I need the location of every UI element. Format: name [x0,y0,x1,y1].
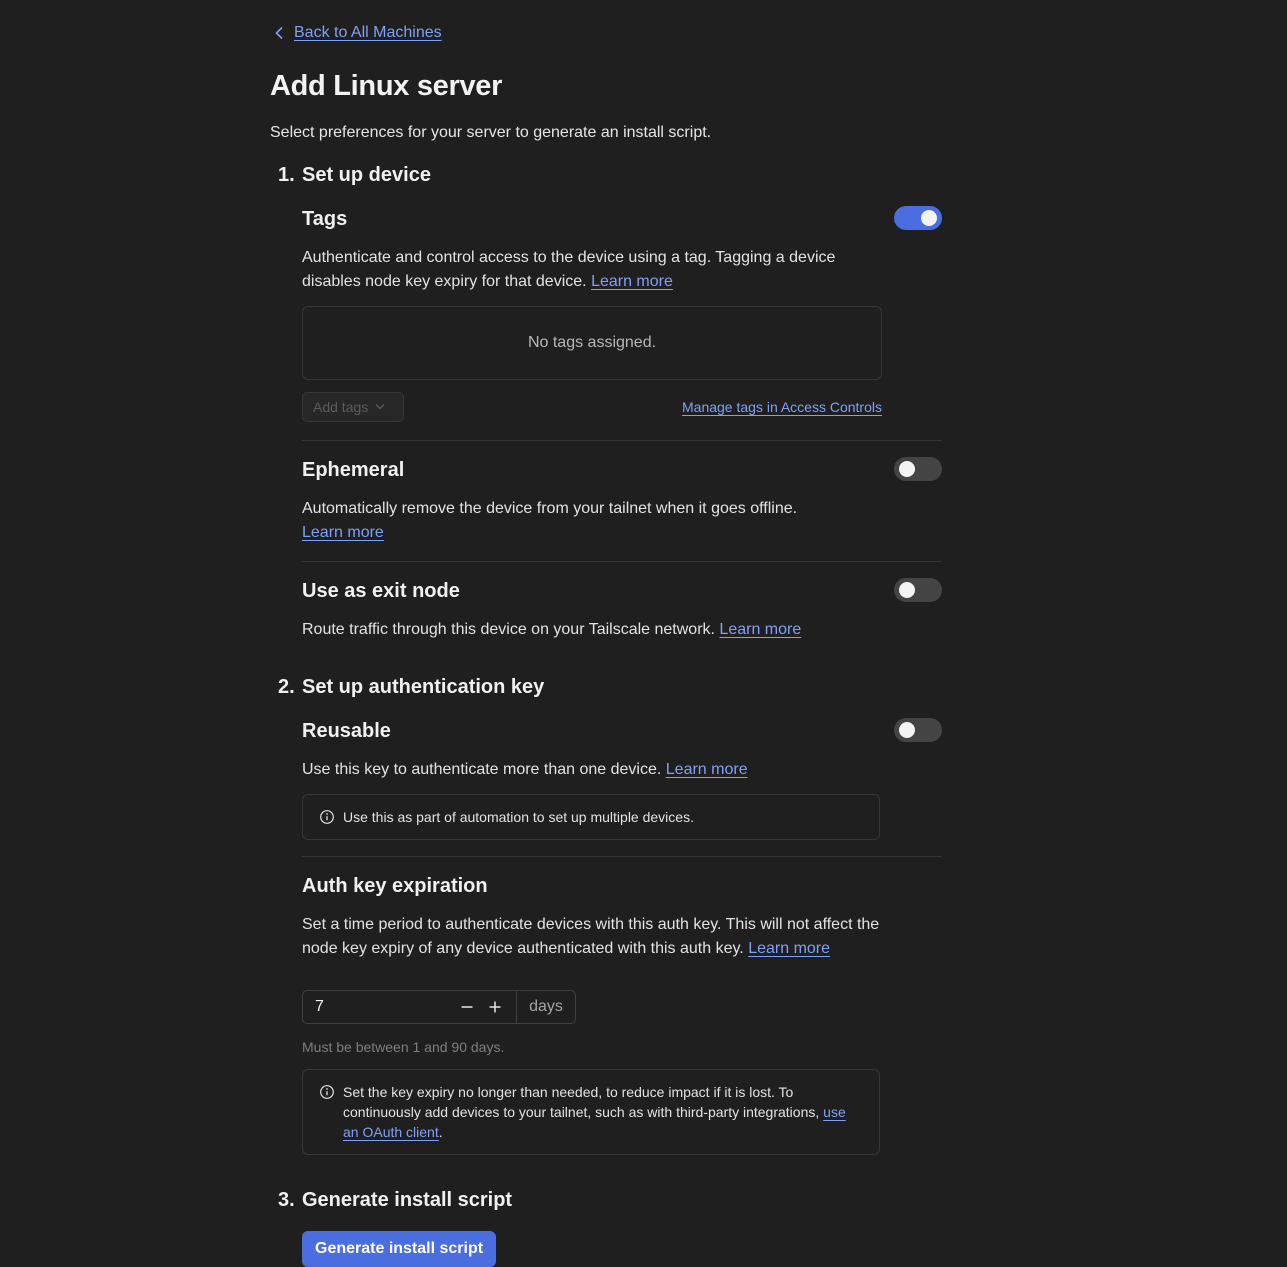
divider [302,856,942,857]
chevron-down-icon [376,404,385,410]
toggle-knob [921,210,937,226]
reusable-description-text: Use this key to authenticate more than o… [302,761,662,778]
step-number: 1. [278,164,295,186]
tags-empty-text: No tags assigned. [527,334,657,351]
tags-description-text: Authenticate and control access to the d… [302,249,836,290]
chevron-left-icon [275,27,283,39]
back-link-label[interactable]: Back to All Machines [294,24,442,42]
expiration-notice-text: Set the key expiry no longer than needed… [343,1084,820,1120]
step-title: Set up device [302,164,431,186]
divider [302,440,942,441]
ephemeral-learn-more-link[interactable]: Learn more [302,524,384,541]
expiration-days-input[interactable]: 7 [303,991,453,1023]
expiration-description: Set a time period to authenticate device… [302,913,892,961]
ephemeral-toggle[interactable] [894,457,942,481]
add-tags-label: Add tags [313,399,369,415]
tags-title: Tags [302,208,348,230]
reusable-notice: Use this as part of automation to set up… [302,794,880,840]
exit-node-description-text: Route traffic through this device on you… [302,621,715,638]
minus-icon [461,1006,473,1008]
ephemeral-description-text: Automatically remove the device from you… [302,500,798,517]
page-subtitle: Select preferences for your server to ge… [270,124,712,141]
step-3-heading: 3. Generate install script [278,1189,512,1212]
step-number: 3. [278,1189,295,1211]
exit-node-toggle[interactable] [894,578,942,602]
reusable-learn-more-link[interactable]: Learn more [666,761,748,778]
reusable-description: Use this key to authenticate more than o… [302,758,892,782]
ephemeral-title: Ephemeral [302,459,405,481]
days-unit-label: days [516,991,575,1023]
exit-node-learn-more-link[interactable]: Learn more [719,621,801,638]
plus-icon [489,1001,501,1013]
expiration-title: Auth key expiration [302,875,488,897]
expiration-notice-period: . [438,1124,443,1140]
increment-button[interactable] [481,991,509,1023]
decrement-button[interactable] [453,991,481,1023]
toggle-knob [899,461,915,477]
reusable-toggle[interactable] [894,718,942,742]
add-tags-button[interactable]: Add tags [302,392,404,422]
expiration-stepper: 7 days [302,990,576,1024]
toggle-knob [899,582,915,598]
step-2-heading: 2. Set up authentication key [278,676,544,699]
ephemeral-description: Automatically remove the device from you… [302,497,892,545]
info-icon [319,807,335,827]
step-1-heading: 1. Set up device [278,164,431,187]
page-title: Add Linux server [270,70,503,102]
info-icon [319,1082,335,1142]
exit-node-title: Use as exit node [302,580,460,602]
step-title: Generate install script [302,1189,513,1211]
manage-tags-link[interactable]: Manage tags in Access Controls [682,399,882,415]
tags-learn-more-link[interactable]: Learn more [591,273,673,290]
expiration-notice-body: Set the key expiry no longer than needed… [343,1082,863,1142]
step-title: Set up authentication key [302,676,545,698]
toggle-knob [899,722,915,738]
back-link[interactable]: Back to All Machines [273,24,442,42]
expiration-learn-more-link[interactable]: Learn more [748,940,830,957]
tags-toggle[interactable] [894,206,942,230]
reusable-title: Reusable [302,720,391,742]
divider [302,561,942,562]
step-number: 2. [278,676,295,698]
exit-node-description: Route traffic through this device on you… [302,618,942,642]
expiration-hint: Must be between 1 and 90 days. [302,1039,505,1055]
tags-empty-box: No tags assigned. [302,306,882,380]
expiration-notice: Set the key expiry no longer than needed… [302,1069,880,1155]
tags-description: Authenticate and control access to the d… [302,246,892,294]
reusable-notice-text: Use this as part of automation to set up… [343,809,694,825]
